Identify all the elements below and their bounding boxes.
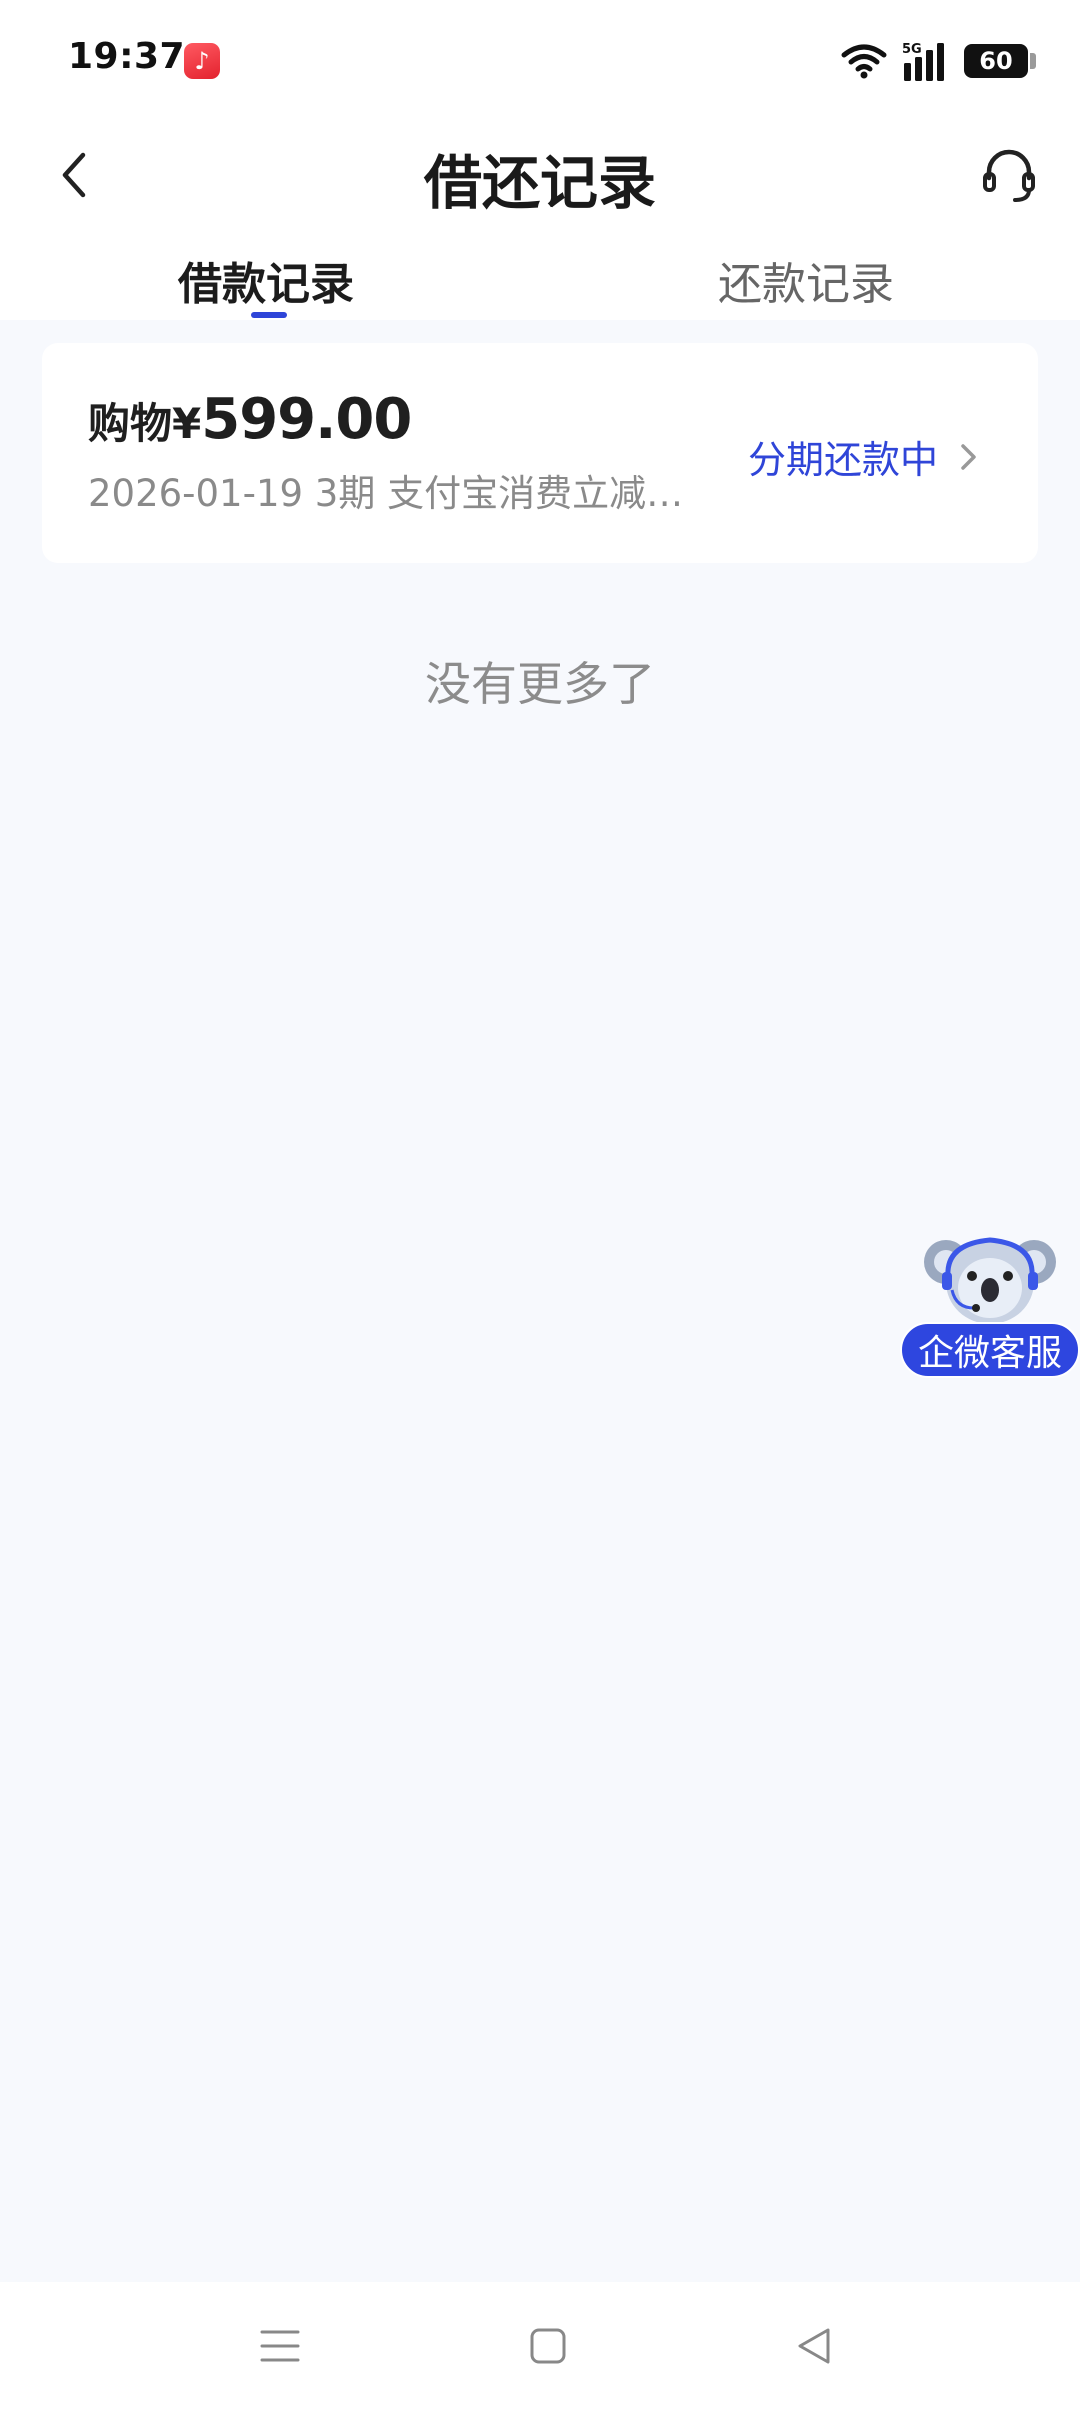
record-tabs: 借款记录 还款记录 [0,230,1080,320]
record-title: 购物 ¥ 599.00 [88,387,412,452]
headset-icon [983,149,1035,202]
status-bar: 19:37 ♪ 5G 60 [0,0,1080,120]
tab-borrow-records[interactable]: 借款记录 [178,248,354,312]
home-button[interactable] [508,2306,588,2386]
record-status[interactable]: 分期还款中 [748,429,980,484]
record-category: 购物 [88,399,173,448]
record-status-label: 分期还款中 [747,438,938,482]
customer-service-button[interactable] [974,140,1044,210]
wecom-service-label: 企微客服 [900,1322,1080,1378]
menu-icon [260,2330,300,2362]
status-icons: 5G 60 [840,38,1036,84]
battery-icon: 60 [964,44,1036,78]
music-app-icon: ♪ [184,43,220,79]
system-nav-bar [0,2282,1080,2412]
signal-icon: 5G [900,39,952,83]
wecom-service-float[interactable]: 企微客服 [900,1224,1080,1380]
network-type-label: 5G [902,42,922,57]
chevron-right-icon [961,443,976,470]
battery-level: 60 [979,47,1013,75]
triangle-back-icon [798,2328,830,2364]
status-time: 19:37 [68,36,186,77]
system-back-button[interactable] [774,2306,854,2386]
koala-mascot-icon [924,1237,1056,1324]
active-tab-indicator [251,312,287,318]
nav-header: 借还记录 [0,120,1080,230]
wifi-icon [840,41,888,81]
no-more-text: 没有更多了 [425,657,655,711]
tab-repay-records[interactable]: 还款记录 [718,248,894,312]
record-amount: 599.00 [201,387,412,452]
home-square-icon [530,2328,566,2364]
record-subtitle: 2026-01-19 3期 支付宝消费立减… [88,472,684,515]
loan-record-card[interactable]: 购物 ¥ 599.00 2026-01-19 3期 支付宝消费立减… 分期还款中 [42,343,1038,563]
record-currency: ¥ [172,399,202,448]
recent-apps-button[interactable] [240,2306,320,2386]
page-title: 借还记录 [423,149,656,217]
